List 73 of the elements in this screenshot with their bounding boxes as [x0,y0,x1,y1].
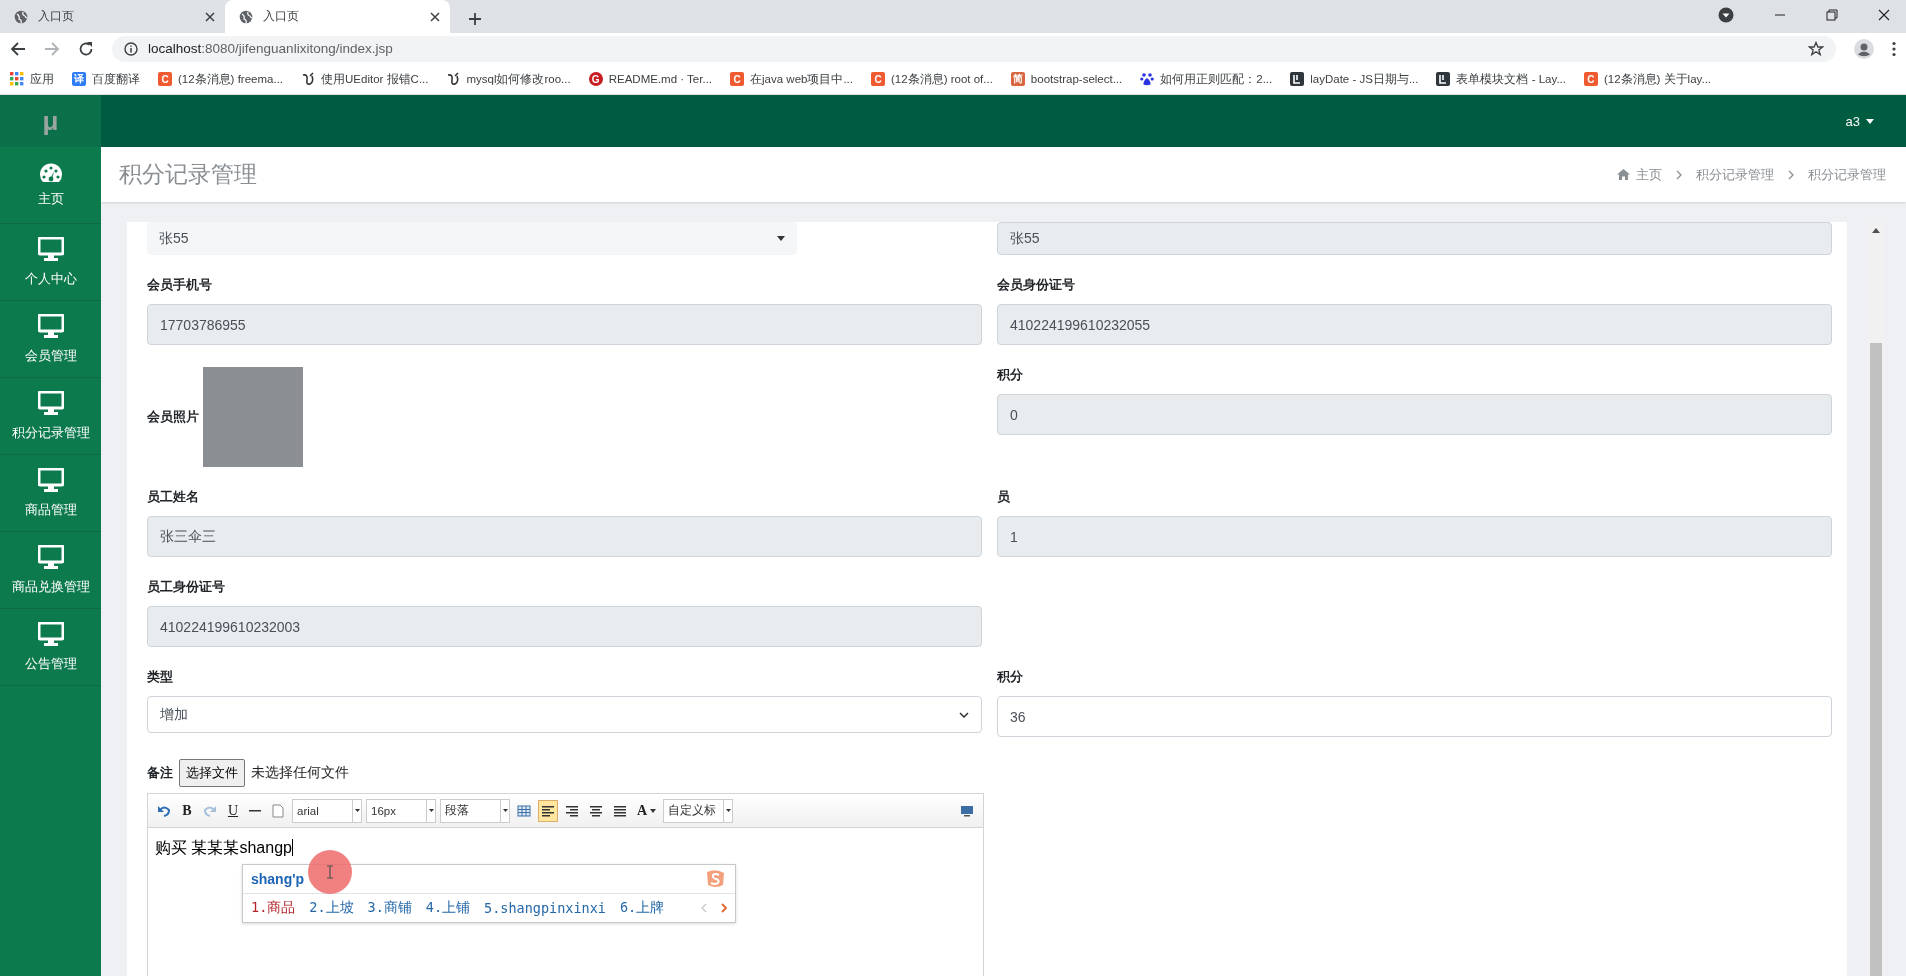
browser-tab[interactable]: 入口页 [0,0,225,33]
sidebar-item[interactable]: 公告管理 [0,609,101,686]
dropdown-field[interactable]: 张55 [147,222,797,255]
ime-candidate[interactable]: 5.shangpinxinxi [484,900,606,916]
breadcrumb-item[interactable]: 积分记录管理 [1696,165,1774,184]
bookmark[interactable]: layDate - JS日期与... [1290,71,1419,87]
app-logo: μ [0,95,101,147]
field-label: 积分 [997,367,1024,384]
bookmark[interactable]: C 在java web项目中... [730,71,853,87]
bookmark[interactable]: mysql如何修改roo... [446,71,571,87]
field-label: 员工身份证号 [147,579,226,596]
page-title: 积分记录管理 [119,160,257,189]
site-icon: C [871,72,885,86]
field-label: 会员手机号 [147,277,213,294]
bookmark[interactable]: C (12条消息) root of... [871,71,993,87]
file-button[interactable]: 选择文件 [179,759,245,787]
field-label: 会员照片 [147,408,199,426]
bookmark[interactable]: 表单模块文档 - Lay... [1436,71,1566,87]
user-menu[interactable]: a3 [1845,113,1874,129]
field-label: 员工姓名 [147,489,200,506]
bookmark[interactable]: 译 百度翻译 [72,71,140,87]
sidebar-item[interactable]: 个人中心 [0,224,101,301]
bookmark[interactable]: 应用 [10,71,54,87]
input-field[interactable]: 410224199610232003 [147,606,982,647]
field-label: 备注 [147,764,173,782]
site-icon: C [730,72,745,86]
sidebar-item[interactable]: 商品兑换管理 [0,532,101,609]
input-field[interactable]: 410224199610232055 [997,304,1832,345]
ime-candidate[interactable]: 6.上牌 [620,899,665,917]
ime-candidate[interactable]: 4.上铺 [425,899,471,917]
input-field[interactable]: 张55 [997,222,1832,255]
sidebar-item[interactable]: 会员管理 [0,301,101,378]
site-icon: C [1583,72,1598,86]
editor-dropdown[interactable]: 段落 [440,798,510,823]
bookmark[interactable]: 简 bootstrap-select... [1010,72,1123,86]
browser-tab[interactable]: 入口页 [225,0,450,33]
input-field[interactable]: 张三伞三 [147,516,982,557]
breadcrumb-link[interactable]: 主页 [1617,165,1662,184]
input-field[interactable]: 0 [997,394,1832,435]
site-icon: 译 [72,72,86,86]
site-icon: C [158,72,172,86]
input-field[interactable]: 17703786955 [147,304,982,345]
field-label: 类型 [147,669,174,686]
url-text: localhost:8080/jifenguanlixitong/index.jsp [148,41,393,56]
sidebar-item[interactable]: 积分记录管理 [0,378,101,455]
field-label: 员 [997,489,1011,506]
underline-button[interactable]: U [224,799,242,822]
ime-candidate[interactable]: 3.商铺 [367,899,412,917]
sidebar-item[interactable]: 商品管理 [0,455,101,532]
bookmark[interactable]: 如何用正则匹配：2... [1140,71,1273,87]
editor-dropdown[interactable]: 自定义标 [663,798,734,823]
editor-dropdown[interactable]: arial [292,798,362,823]
bookmark[interactable]: 使用UEditor 报错C... [301,71,429,87]
field-label: 会员身份证号 [997,277,1076,294]
font-color-button[interactable]: A [634,799,660,822]
site-icon: G [588,72,603,86]
file-status: 未选择任何文件 [251,764,349,782]
breadcrumb-item: 积分记录管理 [1808,165,1886,184]
ime-candidate[interactable]: 2.上坡 [309,899,354,917]
input-field[interactable]: 1 [997,516,1832,557]
select-field[interactable]: 增加 [147,696,982,733]
field-label: 积分 [997,669,1024,686]
ime-composition: shang'p [251,871,305,887]
bookmark[interactable]: C (12条消息) 关于lay... [1583,71,1712,87]
bookmark[interactable]: G README.md · Ter... [588,72,713,86]
editor-dropdown[interactable]: 16px [366,798,436,823]
editor-text[interactable]: 购买 某某某shangp [148,828,983,869]
address-bar[interactable]: localhost:8080/jifenguanlixitong/index.jsp [112,35,1836,62]
site-icon: 简 [1010,72,1025,86]
input-field[interactable]: 36 [997,696,1832,737]
ime-candidate[interactable]: 1.商品 [251,899,296,917]
bold-button[interactable]: B [178,799,196,822]
bookmark[interactable]: C (12条消息) freema... [158,71,284,87]
